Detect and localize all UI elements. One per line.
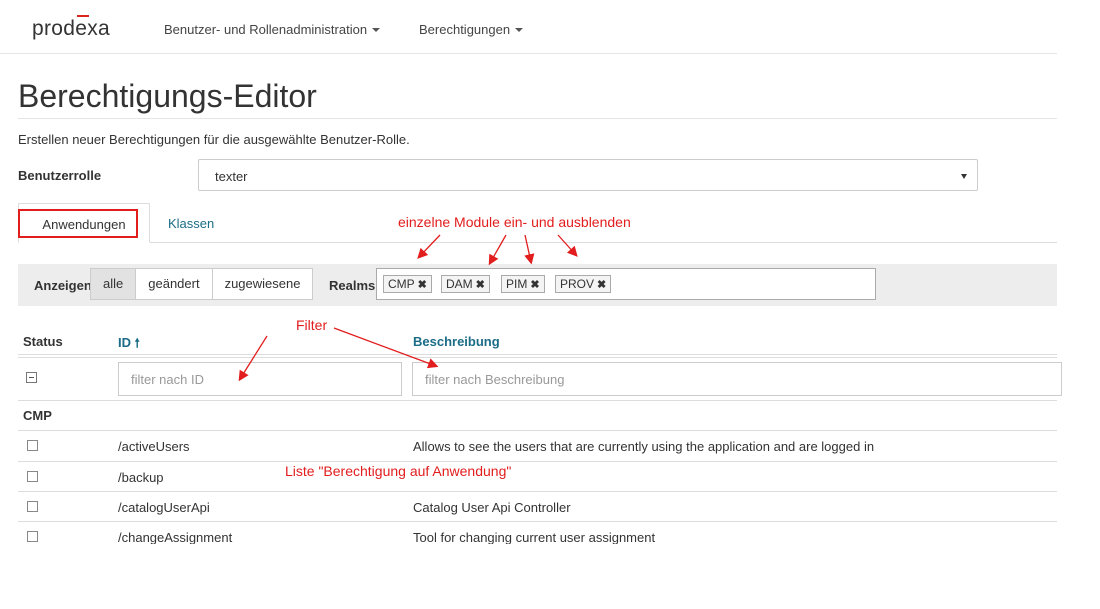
group-label: CMP xyxy=(23,408,52,423)
show-assigned-button[interactable]: zugewiesene xyxy=(211,268,314,300)
brand-accent-bar xyxy=(77,15,89,17)
collapse-all-checkbox[interactable] xyxy=(26,372,37,383)
realm-tag-dam[interactable]: DAM ✖ xyxy=(441,275,490,293)
tag-label: DAM xyxy=(446,277,473,291)
header-divider xyxy=(18,354,1057,358)
table-row[interactable]: /catalogUserApi Catalog User Api Control… xyxy=(0,492,1100,522)
menu-label: Berechtigungen xyxy=(419,22,511,37)
tab-classes[interactable]: Klassen xyxy=(168,203,214,243)
remove-icon[interactable]: ✖ xyxy=(476,279,485,291)
realms-label: Realms xyxy=(329,278,376,293)
page-title: Berechtigungs-Editor xyxy=(18,78,317,114)
brand-logo[interactable]: prodexa xyxy=(32,15,110,41)
column-header-id[interactable]: ID 🠕 xyxy=(118,334,140,355)
caret-down-icon xyxy=(372,28,381,32)
row-divider xyxy=(18,400,1057,401)
menu-label: Benutzer- und Rollenadministration xyxy=(164,22,368,37)
annotation-filter: Filter xyxy=(296,317,328,333)
table-row[interactable]: /backup xyxy=(0,462,1100,492)
arrow xyxy=(557,234,578,257)
realm-tag-prov[interactable]: PROV ✖ xyxy=(555,275,612,293)
tag-label: CMP xyxy=(388,277,415,291)
show-changed-button[interactable]: geändert xyxy=(135,268,213,300)
tag-label: PROV xyxy=(560,277,595,291)
row-id: /catalogUserApi xyxy=(118,500,210,515)
row-checkbox[interactable] xyxy=(27,471,38,482)
caret-down-icon xyxy=(961,174,967,179)
row-checkbox[interactable] xyxy=(27,440,38,451)
menu-user-role-admin[interactable]: Benutzer- und Rollenadministration xyxy=(164,22,381,37)
row-checkbox[interactable] xyxy=(27,501,38,512)
realm-tag-cmp[interactable]: CMP ✖ xyxy=(383,275,432,293)
title-divider xyxy=(18,118,1057,119)
show-all-button[interactable]: alle xyxy=(90,268,137,300)
show-label: Anzeigen xyxy=(34,278,92,293)
annotation-modules: einzelne Module ein- und ausblenden xyxy=(398,214,631,230)
top-navbar: prodexa Benutzer- und Rollenadministrati… xyxy=(0,0,1057,54)
filter-id-input[interactable] xyxy=(118,362,402,396)
row-description: Allows to see the users that are current… xyxy=(413,439,875,454)
remove-icon[interactable]: ✖ xyxy=(597,279,606,291)
row-id: /changeAssignment xyxy=(118,530,233,544)
row-description: Catalog User Api Controller xyxy=(413,500,571,515)
role-select-value: texter xyxy=(215,169,248,184)
menu-permissions[interactable]: Berechtigungen xyxy=(419,22,524,37)
show-button-group: alle geändert zugewiesene xyxy=(90,268,314,300)
row-description: Tool for changing current user assignmen… xyxy=(413,530,656,544)
annotation-list: Liste "Berechtigung auf Anwendung" xyxy=(285,463,512,479)
arrow xyxy=(488,234,507,266)
arrow xyxy=(417,234,441,259)
column-header-status: Status xyxy=(23,334,63,349)
remove-icon[interactable]: ✖ xyxy=(418,279,427,291)
role-select[interactable]: texter xyxy=(198,159,978,191)
highlight-box xyxy=(18,209,138,238)
filter-bar: Anzeigen alle geändert zugewiesene Realm… xyxy=(18,264,1057,306)
tab-label: Klassen xyxy=(168,216,215,231)
brand-text: prodexa xyxy=(32,17,110,40)
tag-label: PIM xyxy=(506,277,528,291)
column-header-description[interactable]: Beschreibung xyxy=(413,334,500,349)
caret-down-icon xyxy=(515,28,524,32)
row-id: /activeUsers xyxy=(118,439,190,454)
sort-ascending-icon: 🠕 xyxy=(134,336,140,350)
row-id: /backup xyxy=(118,470,164,485)
realms-multiselect[interactable]: CMP ✖ DAM ✖ PIM ✖ PROV ✖ xyxy=(376,268,876,300)
filter-description-input[interactable] xyxy=(412,362,1062,396)
realm-tag-pim[interactable]: PIM ✖ xyxy=(501,275,545,293)
table-row[interactable]: /activeUsers Allows to see the users tha… xyxy=(0,431,1100,461)
column-header-label: ID xyxy=(118,335,131,350)
remove-icon[interactable]: ✖ xyxy=(530,279,539,291)
table-row[interactable]: /changeAssignment Tool for changing curr… xyxy=(0,522,1100,544)
row-checkbox[interactable] xyxy=(27,531,38,542)
role-label: Benutzerrolle xyxy=(18,168,102,183)
page-subtitle: Erstellen neuer Berechtigungen für die a… xyxy=(18,132,410,147)
arrow xyxy=(524,234,535,265)
